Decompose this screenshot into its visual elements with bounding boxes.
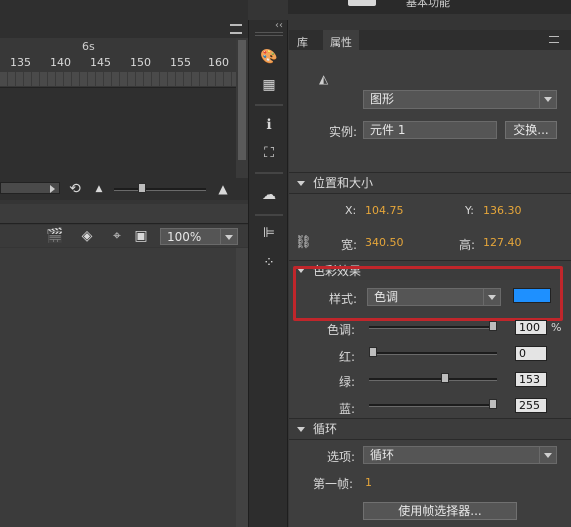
first-frame-value[interactable]: 1: [365, 476, 372, 489]
stage-area[interactable]: [0, 248, 236, 527]
frame-picker-button[interactable]: 使用帧选择器...: [363, 502, 517, 520]
tint-slider-thumb[interactable]: [489, 321, 497, 331]
x-label: X:: [345, 204, 357, 217]
instance-name-field[interactable]: 元件 1: [363, 121, 497, 139]
x-value[interactable]: 104.75: [365, 204, 404, 217]
panel-menu-icon[interactable]: [549, 36, 559, 43]
tint-label: 色调:: [327, 323, 356, 337]
swatches-icon[interactable]: ▦: [258, 74, 280, 96]
frame-tick-label: 160: [208, 56, 229, 69]
loop-options-dropdown[interactable]: 循环: [363, 446, 557, 464]
y-value[interactable]: 136.30: [483, 204, 522, 217]
blue-slider-thumb[interactable]: [489, 399, 497, 409]
timeline-zoom-slider[interactable]: [114, 188, 206, 191]
loop-playback-icon[interactable]: ⟲: [64, 178, 86, 200]
workspace-switcher[interactable]: 基本功能: [406, 0, 450, 10]
timeline-zoom-thumb[interactable]: [138, 183, 146, 193]
align-icon[interactable]: ⊫: [258, 222, 280, 244]
edit-bar: 🎬 ◈ ⌖ ▣ 100%: [0, 225, 248, 247]
collapse-icon[interactable]: ‹‹: [275, 20, 283, 31]
blue-slider[interactable]: [369, 404, 497, 407]
green-value[interactable]: 153: [515, 372, 547, 387]
timeline-ruler[interactable]: 6s 135 140 145 150 155 160: [0, 38, 236, 88]
frame-tick-label: 140: [50, 56, 71, 69]
app-top-bar: 基本功能: [288, 0, 571, 14]
blue-value[interactable]: 255: [515, 398, 547, 413]
frame-cells[interactable]: [0, 72, 236, 86]
tint-color-swatch[interactable]: [513, 288, 551, 303]
panel-menu-icon[interactable]: [230, 24, 242, 34]
motion-presets-icon[interactable]: ⁘: [258, 252, 280, 274]
scene-icon[interactable]: 🎬: [44, 225, 66, 247]
tint-unit: %: [551, 321, 562, 334]
frame-tick-label: 145: [90, 56, 111, 69]
graphic-symbol-icon: ◭: [319, 72, 329, 86]
instance-label: 实例:: [329, 125, 358, 139]
red-slider[interactable]: [369, 352, 497, 355]
info-icon[interactable]: ℹ: [258, 114, 280, 136]
green-slider[interactable]: [369, 378, 497, 381]
red-slider-thumb[interactable]: [369, 347, 377, 357]
loop-header[interactable]: 循环: [289, 418, 571, 440]
red-value[interactable]: 0: [515, 346, 547, 361]
height-value[interactable]: 127.40: [483, 236, 522, 249]
creative-cloud-icon[interactable]: ☁: [258, 184, 280, 206]
symbol-type-dropdown[interactable]: 图形: [363, 90, 557, 109]
tab-library[interactable]: 库: [297, 34, 308, 50]
tint-value[interactable]: 100: [515, 320, 547, 335]
zoom-small-icon[interactable]: ▲: [88, 178, 110, 200]
tab-bar: 库 属性: [289, 30, 571, 50]
stage-vscroll[interactable]: [236, 248, 248, 527]
symbol-icon[interactable]: ◈: [76, 225, 98, 247]
timeline-vscroll[interactable]: [236, 38, 248, 178]
green-label: 绿:: [339, 375, 356, 389]
zoom-dropdown[interactable]: 100%: [160, 228, 238, 245]
zoom-large-icon[interactable]: ▲: [212, 178, 234, 200]
stage-toolbar: [0, 204, 248, 224]
height-label: 高:: [459, 238, 476, 252]
green-slider-thumb[interactable]: [441, 373, 449, 383]
scroll-right-arrow[interactable]: [50, 185, 55, 193]
color-palette-icon[interactable]: 🎨: [258, 46, 280, 68]
frame-tick-label: 155: [170, 56, 191, 69]
width-label: 宽:: [341, 238, 358, 252]
red-label: 红:: [339, 350, 356, 364]
workspace-icon[interactable]: [348, 0, 376, 6]
snap-icon[interactable]: ⌖: [106, 225, 128, 247]
panel-dock-strip: ‹‹ 🎨 ▦ ℹ ⛶ ☁ ⊫ ⁘: [248, 20, 288, 527]
position-size-header[interactable]: 位置和大小: [289, 172, 571, 194]
style-label: 样式:: [329, 292, 358, 306]
clip-icon[interactable]: ▣: [130, 225, 152, 247]
properties-panel: 库 属性 ◭ 图形 实例: 元件 1 交换... 位置和大小 X: 104.75…: [289, 30, 571, 527]
color-style-dropdown[interactable]: 色调: [367, 288, 501, 306]
tint-slider[interactable]: [369, 326, 497, 329]
lock-proportions-icon[interactable]: ⛓: [295, 235, 312, 250]
frame-tick-label: 135: [10, 56, 31, 69]
tab-properties[interactable]: 属性: [323, 30, 359, 50]
width-value[interactable]: 340.50: [365, 236, 404, 249]
time-marker: 6s: [82, 40, 95, 53]
blue-label: 蓝:: [339, 402, 356, 416]
swap-button[interactable]: 交换...: [505, 121, 557, 139]
y-label: Y:: [465, 204, 474, 217]
timeline-panel: 6s 135 140 145 150 155 160 ⟲ ▲ ▲: [0, 0, 248, 200]
frame-tick-label: 150: [130, 56, 151, 69]
options-label: 选项:: [327, 450, 356, 464]
first-frame-label: 第一帧:: [313, 477, 354, 491]
transform-icon[interactable]: ⛶: [258, 142, 280, 164]
